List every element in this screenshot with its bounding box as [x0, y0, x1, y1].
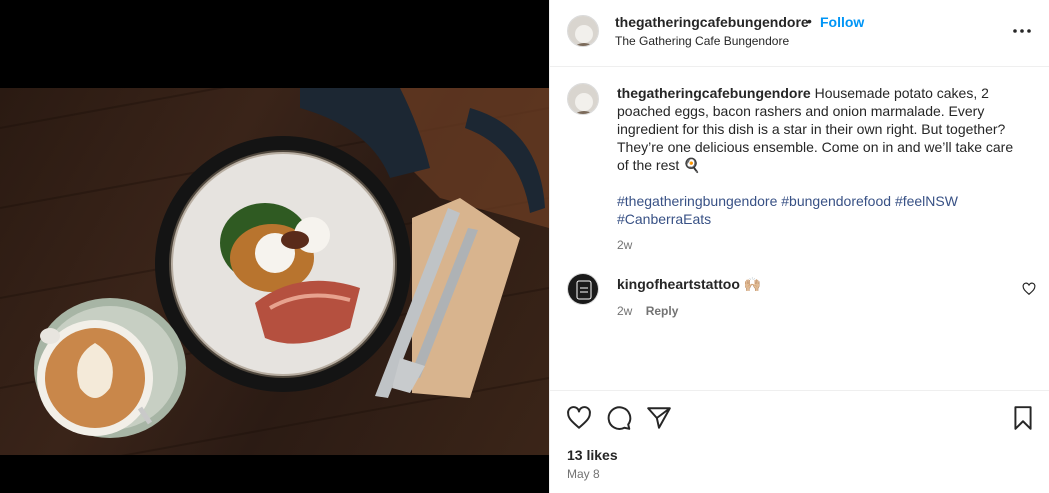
caption-author-avatar[interactable]: [567, 83, 599, 115]
more-options-icon[interactable]: [1010, 21, 1034, 41]
heart-icon[interactable]: [566, 405, 592, 431]
follow-button[interactable]: Follow: [820, 14, 864, 30]
comment-item: kingofheartstattoo 🙌🏼 2w Reply: [617, 275, 997, 320]
comments-section[interactable]: thegatheringcafebungendore Housemade pot…: [550, 68, 1049, 390]
comment-username[interactable]: kingofheartstattoo: [617, 276, 740, 292]
bookmark-icon[interactable]: [1010, 405, 1036, 431]
likes-count[interactable]: 13 likes: [567, 447, 618, 463]
commenter-avatar[interactable]: [567, 273, 599, 305]
hashtag-link[interactable]: #CanberraEats: [617, 211, 711, 227]
breakfast-photo-illustration: [0, 88, 549, 455]
reply-button[interactable]: Reply: [646, 304, 679, 318]
comment-meta: 2w Reply: [617, 302, 997, 320]
comment-icon[interactable]: [606, 405, 632, 431]
caption-timestamp[interactable]: 2w: [617, 236, 1017, 254]
post-media[interactable]: [0, 0, 549, 493]
comment-text: 🙌🏼: [743, 276, 762, 292]
post-actions: 13 likes May 8: [550, 390, 1049, 493]
post-photo[interactable]: [0, 88, 549, 455]
post-header: thegatheringcafebungendore • Follow The …: [550, 0, 1049, 67]
post-location[interactable]: The Gathering Cafe Bungendore: [615, 34, 789, 48]
author-username[interactable]: thegatheringcafebungendore: [615, 14, 809, 30]
comment-timestamp[interactable]: 2w: [617, 304, 632, 318]
share-icon[interactable]: [646, 405, 672, 431]
separator-dot: •: [807, 13, 812, 29]
comment-like-heart-icon[interactable]: [1022, 282, 1036, 296]
author-avatar[interactable]: [567, 15, 599, 47]
hashtag-link[interactable]: #bungendorefood: [781, 193, 891, 209]
hashtag-link[interactable]: #feelNSW: [895, 193, 958, 209]
post-date[interactable]: May 8: [567, 467, 600, 481]
post-side-panel: thegatheringcafebungendore • Follow The …: [549, 0, 1049, 493]
caption-username[interactable]: thegatheringcafebungendore: [617, 85, 811, 101]
post-caption: thegatheringcafebungendore Housemade pot…: [617, 84, 1017, 254]
hashtag-link[interactable]: #thegatheringbungendore: [617, 193, 777, 209]
hashtag-list: #thegatheringbungendore #bungendorefood …: [617, 192, 1017, 228]
